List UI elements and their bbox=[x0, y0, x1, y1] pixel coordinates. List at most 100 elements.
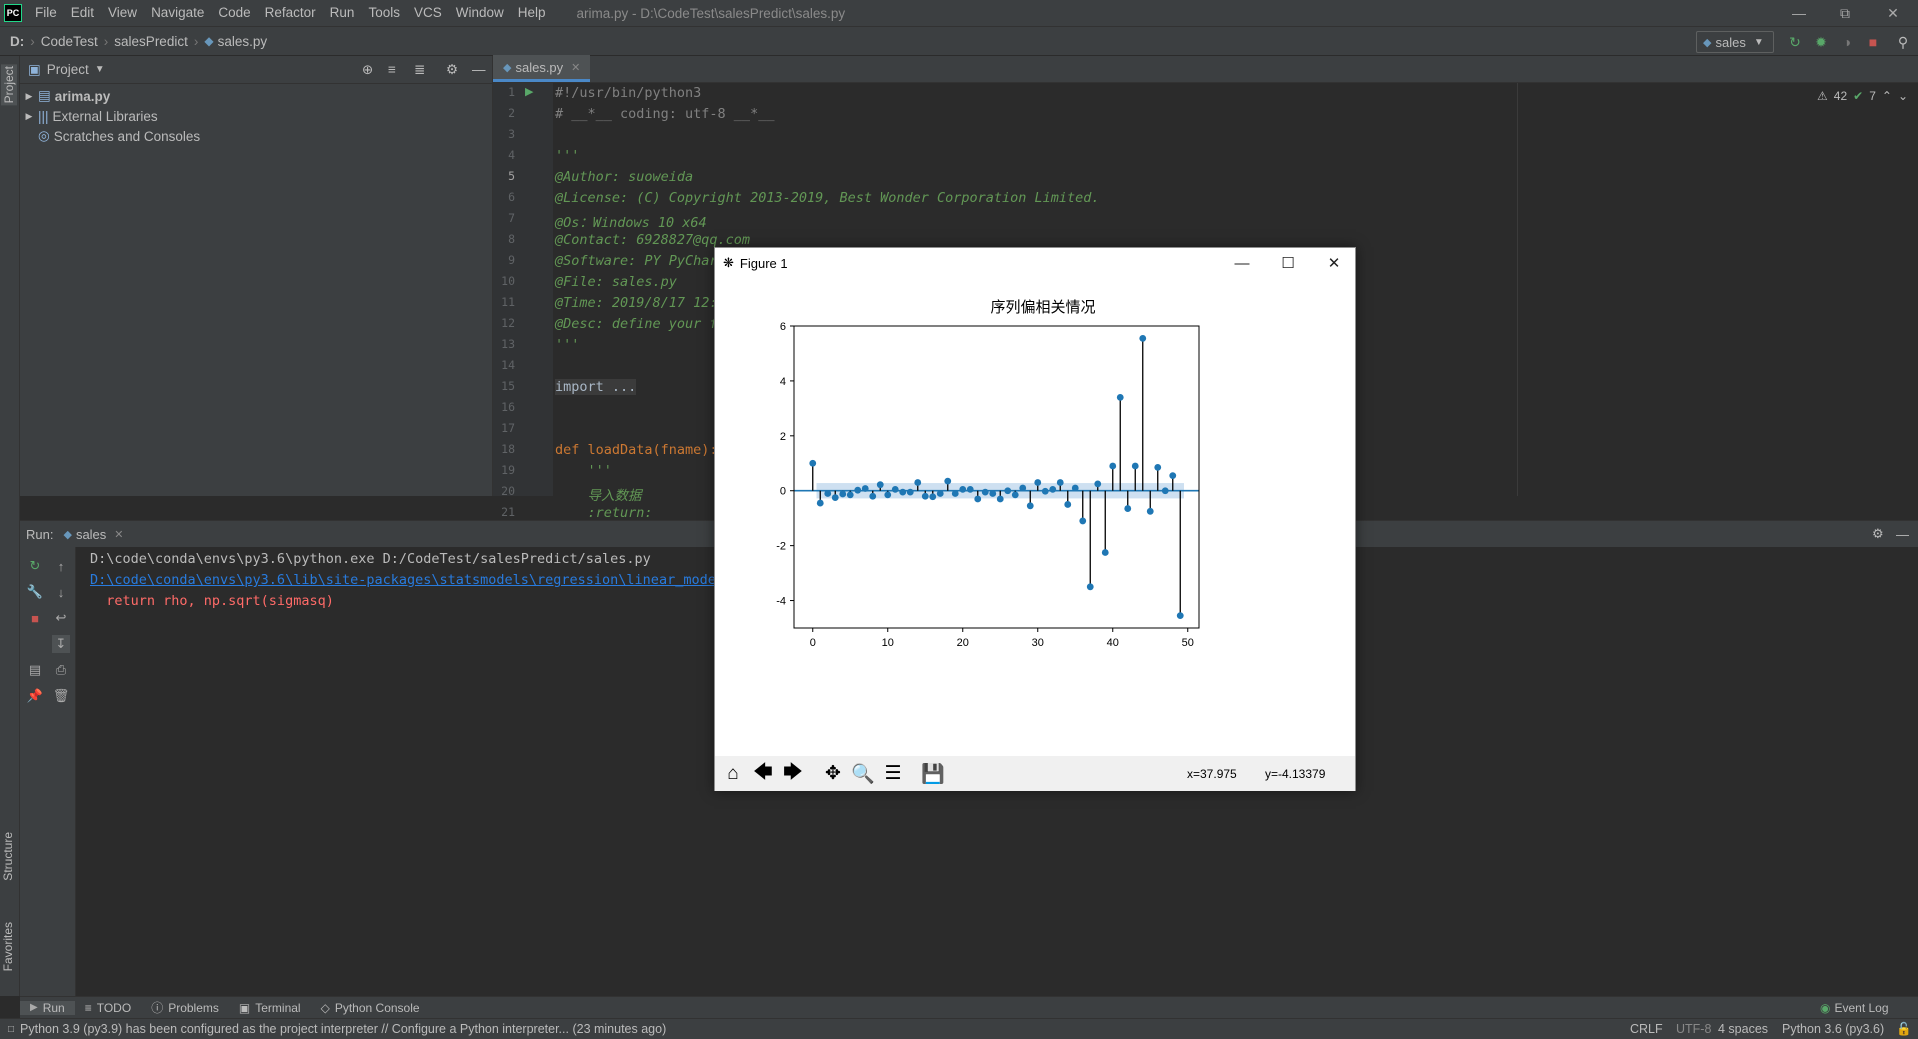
back-icon[interactable]: 🡄 bbox=[749, 760, 777, 788]
menu-navigate[interactable]: Navigate bbox=[144, 0, 211, 26]
bottom-tab-label: Run bbox=[42, 1000, 65, 1015]
status-toggle-icon[interactable]: □ bbox=[8, 1024, 14, 1035]
zoom-icon[interactable]: 🔍 bbox=[849, 760, 877, 788]
bottom-tab-todo[interactable]: ≡ TODO bbox=[75, 1001, 141, 1015]
check-icon: ✔ bbox=[1853, 89, 1864, 103]
stem-marker bbox=[1086, 583, 1094, 591]
stem-marker bbox=[1146, 507, 1154, 515]
main-menu: File Edit View Navigate Code Refactor Run Tools… bbox=[28, 0, 553, 26]
run-tab-label[interactable]: sales bbox=[76, 527, 106, 542]
collapse-all-icon[interactable]: ≣ bbox=[414, 62, 425, 78]
menu-vcs[interactable]: VCS bbox=[407, 0, 449, 26]
stop-icon[interactable]: ■ bbox=[1864, 33, 1882, 51]
status-message[interactable]: Python 3.9 (py3.9) has been configured a… bbox=[20, 1022, 666, 1036]
stem-marker bbox=[921, 492, 929, 500]
previous-highlight-icon[interactable]: ⌃ bbox=[1882, 89, 1892, 103]
stem-marker bbox=[1056, 479, 1064, 486]
pan-icon[interactable]: ✥ bbox=[819, 760, 847, 788]
event-log-button[interactable]: ◉ Event Log bbox=[1810, 1001, 1899, 1015]
pacf-chart[interactable]: 序列偏相关情况 0 10 20 30 40 50 -4 -2 0 2 4 6 bbox=[715, 278, 1355, 756]
maximize-icon[interactable]: ☐ bbox=[1265, 248, 1311, 278]
project-panel-title[interactable]: Project bbox=[47, 62, 89, 77]
next-highlight-icon[interactable]: ⌄ bbox=[1898, 89, 1908, 103]
favorites-tool-tab[interactable]: Favorites bbox=[1, 922, 15, 971]
close-tab-icon[interactable]: ✕ bbox=[114, 528, 123, 541]
locate-icon[interactable]: ⊕ bbox=[362, 62, 373, 78]
python-config-icon: ◆ bbox=[1703, 36, 1712, 49]
inspection-widget[interactable]: ⚠ 42 ✔ 7 ⌃ ⌄ bbox=[1817, 89, 1908, 103]
line-separator[interactable]: CRLF bbox=[1630, 1022, 1663, 1036]
save-icon[interactable]: 💾 bbox=[919, 760, 947, 788]
chevron-down-icon[interactable]: ▼ bbox=[95, 64, 105, 75]
file-encoding[interactable]: UTF-8 bbox=[1676, 1022, 1711, 1036]
run-gutter-icon[interactable]: ▶ bbox=[525, 85, 533, 98]
expand-all-icon[interactable]: ≡ bbox=[388, 62, 396, 77]
bottom-tab-problems[interactable]: ⓘ Problems bbox=[141, 999, 229, 1016]
bottom-tab-run[interactable]: ▶ Run bbox=[20, 1000, 75, 1015]
expand-arrow-icon[interactable]: ▶ bbox=[20, 111, 38, 122]
menu-help[interactable]: Help bbox=[511, 0, 553, 26]
forward-icon[interactable]: 🡆 bbox=[779, 760, 807, 788]
menu-run[interactable]: Run bbox=[323, 0, 362, 26]
lock-icon[interactable]: 🔓 bbox=[1896, 1022, 1912, 1037]
code-line: ''' bbox=[555, 148, 580, 164]
breadcrumb-item[interactable]: sales.py bbox=[214, 34, 272, 49]
breadcrumb-drive[interactable]: D: bbox=[0, 34, 28, 49]
run-config-dropdown[interactable]: ◆ sales ▼ bbox=[1696, 31, 1774, 53]
code-line: @Time: 2019/8/17 12: bbox=[555, 295, 718, 311]
close-icon[interactable]: ✕ bbox=[1311, 248, 1357, 278]
minimize-icon[interactable]: — bbox=[1219, 248, 1265, 278]
gear-icon[interactable]: ⚙ bbox=[1872, 526, 1884, 542]
stem-marker bbox=[914, 479, 922, 486]
hide-icon[interactable]: — bbox=[1896, 527, 1909, 542]
bottom-tab-terminal[interactable]: ▣ Terminal bbox=[229, 1001, 311, 1015]
x-tick-label: 0 bbox=[810, 637, 816, 649]
code-line: ''' bbox=[555, 337, 580, 353]
stem-marker bbox=[996, 495, 1004, 503]
stem-marker bbox=[831, 494, 839, 501]
interpreter-selector[interactable]: Python 3.6 (py3.6) bbox=[1782, 1022, 1884, 1036]
menu-code[interactable]: Code bbox=[211, 0, 257, 26]
coverage-icon[interactable]: ◑ bbox=[1838, 33, 1856, 51]
stem-marker bbox=[1011, 491, 1019, 499]
stem-marker bbox=[1071, 484, 1079, 492]
x-tick-label: 20 bbox=[957, 637, 969, 649]
tree-item-scratches[interactable]: ◎ Scratches and Consoles bbox=[20, 126, 492, 146]
search-icon[interactable]: ⚲ bbox=[1894, 33, 1912, 51]
project-tool-tab[interactable]: Project bbox=[1, 64, 17, 106]
y-tick-label: -4 bbox=[776, 596, 786, 608]
close-tab-icon[interactable]: ✕ bbox=[571, 61, 580, 74]
tree-item-arima[interactable]: ▶ ▤ arima.py bbox=[20, 86, 492, 106]
menu-edit[interactable]: Edit bbox=[64, 0, 101, 26]
menu-tools[interactable]: Tools bbox=[361, 0, 407, 26]
home-icon[interactable]: ⌂ bbox=[719, 760, 747, 788]
debug-icon[interactable]: ✹ bbox=[1812, 33, 1830, 51]
console-line[interactable]: D:\code\conda\envs\py3.6\lib\site-packag… bbox=[90, 572, 724, 588]
line-number: 21 bbox=[501, 505, 515, 519]
breadcrumb-item[interactable]: salesPredict bbox=[110, 34, 192, 49]
list-icon: ≡ bbox=[84, 1000, 92, 1015]
gear-icon[interactable]: ⚙ bbox=[446, 62, 458, 78]
expand-arrow-icon[interactable]: ▶ bbox=[20, 91, 38, 102]
rerun-icon[interactable]: ↻ bbox=[1786, 33, 1804, 51]
tree-item-external-libraries[interactable]: ▶ ||| External Libraries bbox=[20, 106, 492, 126]
stem-marker bbox=[1109, 462, 1117, 470]
hide-icon[interactable]: — bbox=[472, 62, 486, 77]
structure-tool-tab[interactable]: Structure bbox=[1, 832, 15, 881]
run-panel-label: Run: bbox=[26, 526, 54, 542]
minimize-icon[interactable]: — bbox=[1776, 0, 1822, 26]
stem-marker bbox=[809, 459, 817, 467]
stem-marker bbox=[1139, 334, 1147, 342]
menu-window[interactable]: Window bbox=[449, 0, 511, 26]
subplots-icon[interactable]: ☰ bbox=[879, 760, 907, 788]
breadcrumb-item[interactable]: CodeTest bbox=[37, 34, 102, 49]
stem-marker bbox=[929, 493, 937, 501]
restore-icon[interactable]: ⧉ bbox=[1822, 0, 1868, 26]
menu-refactor[interactable]: Refactor bbox=[258, 0, 323, 26]
editor-tab-sales[interactable]: ◆ sales.py ✕ bbox=[493, 55, 591, 82]
close-icon[interactable]: ✕ bbox=[1870, 0, 1916, 26]
menu-view[interactable]: View bbox=[101, 0, 144, 26]
indent-setting[interactable]: 4 spaces bbox=[1718, 1022, 1768, 1036]
menu-file[interactable]: File bbox=[28, 0, 64, 26]
bottom-tab-python-console[interactable]: ◇ Python Console bbox=[311, 1001, 430, 1015]
